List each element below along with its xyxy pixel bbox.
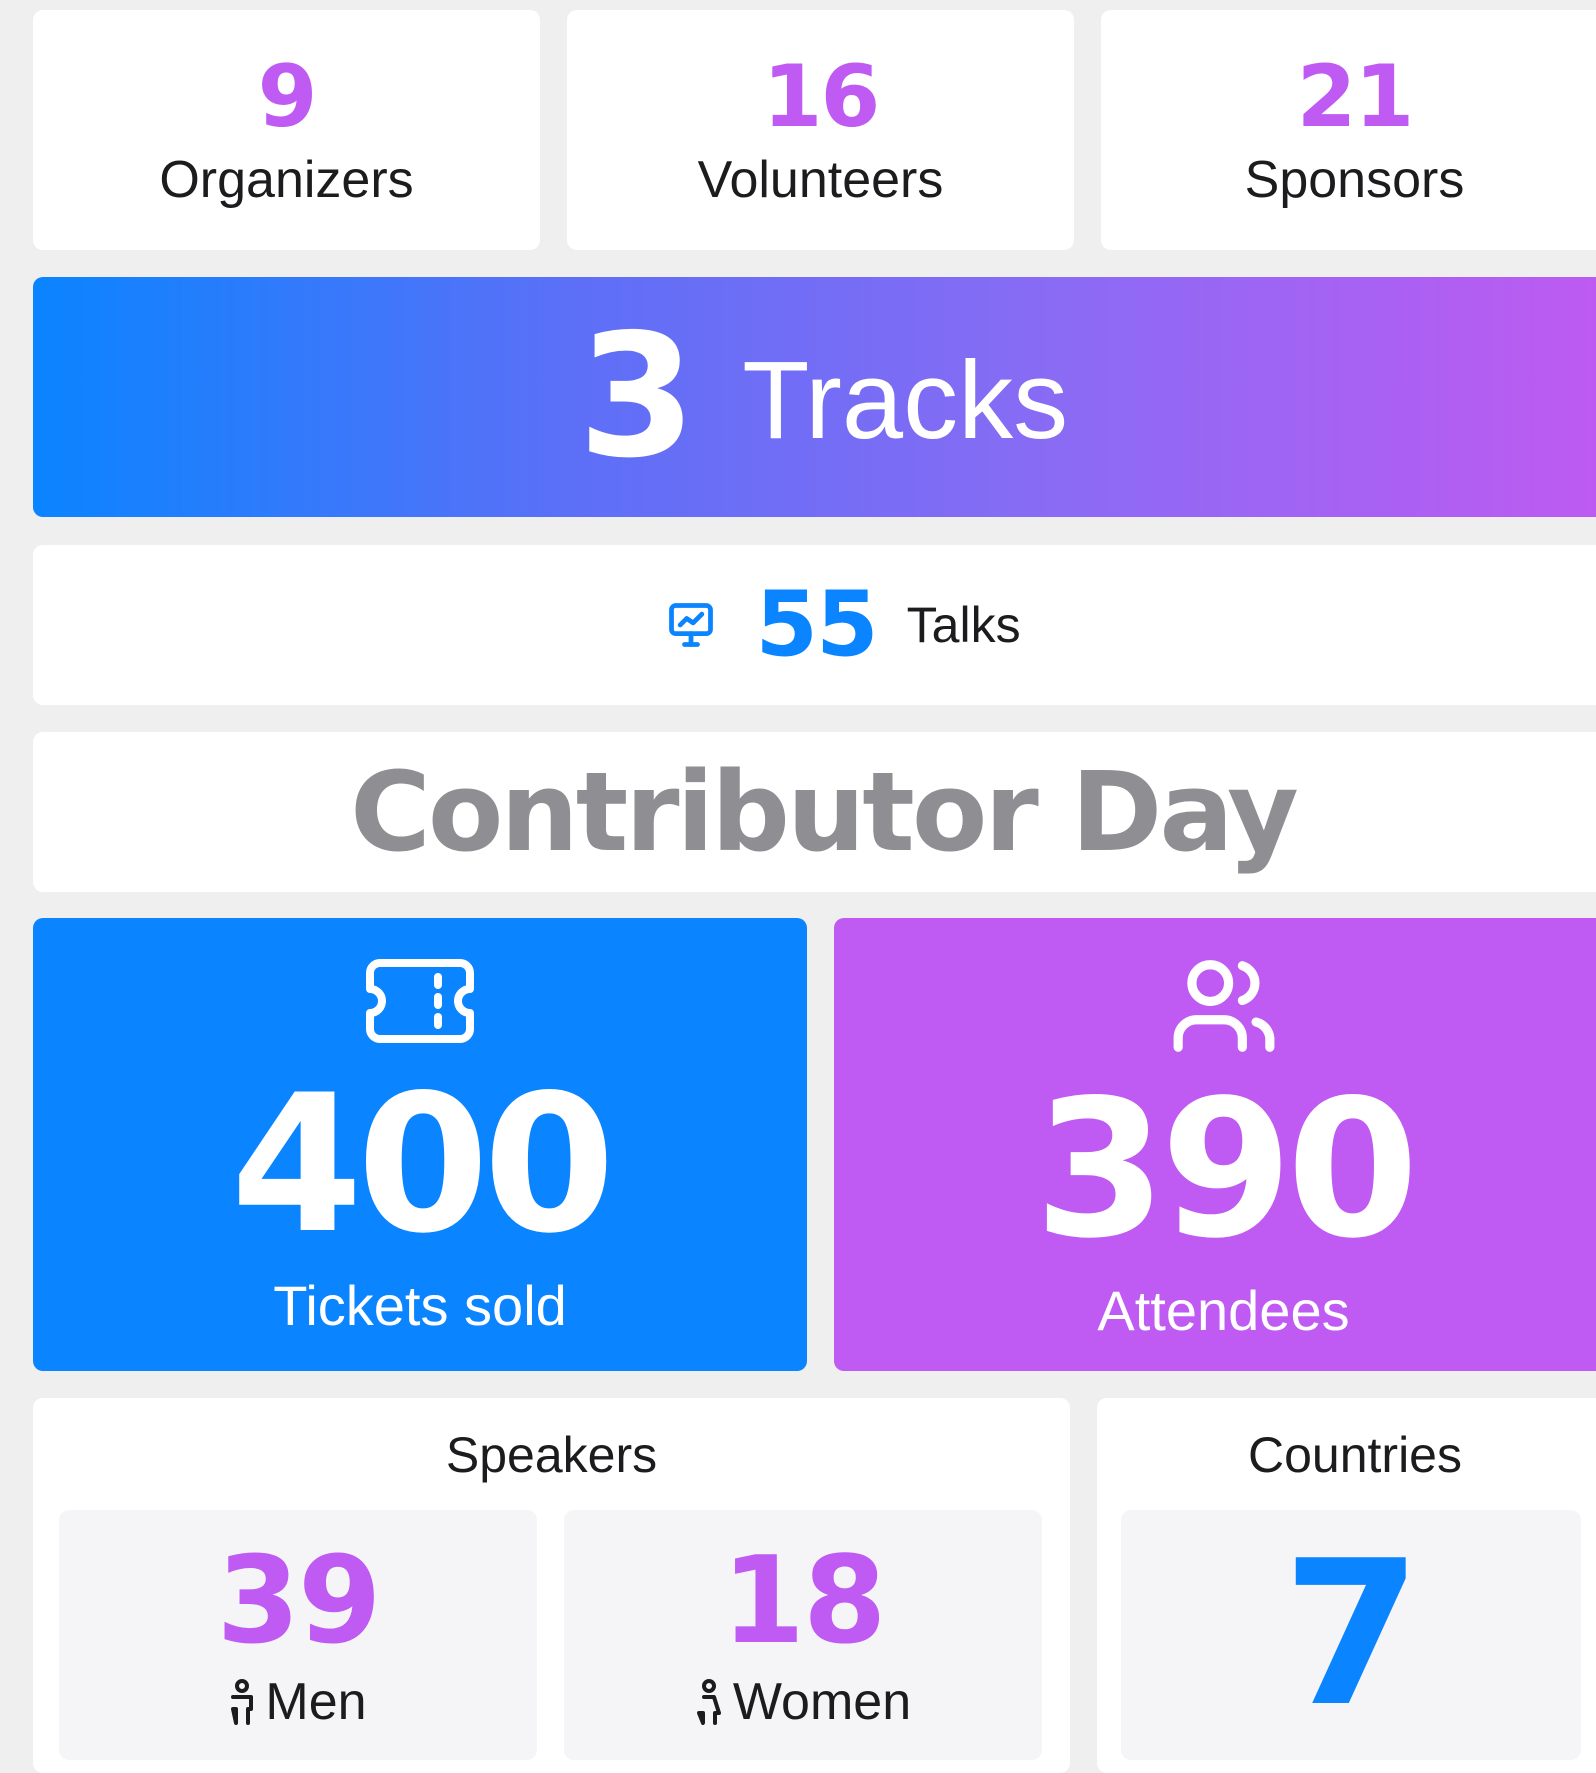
tickets-sold-label: Tickets sold <box>273 1273 567 1337</box>
volunteers-count: 16 <box>762 47 881 147</box>
men-count: 39 <box>216 1532 382 1671</box>
countries-card: Countries 7 <box>1097 1398 1596 1773</box>
stat-card-organizers: 9 Organizers <box>33 10 540 250</box>
tracks-count: 3 <box>577 298 696 496</box>
talks-count: 55 <box>755 572 878 677</box>
sponsors-count: 21 <box>1296 47 1415 147</box>
contributor-day-title: Contributor Day <box>350 748 1299 876</box>
sponsors-label: Sponsors <box>1244 151 1465 209</box>
women-count: 18 <box>721 1532 887 1671</box>
attendees-label: Attendees <box>1097 1278 1350 1342</box>
man-icon <box>229 1679 265 1725</box>
ticket-icon <box>364 956 476 1046</box>
men-label: Men <box>265 1673 367 1731</box>
volunteers-label: Volunteers <box>697 151 944 209</box>
woman-icon <box>695 1679 733 1725</box>
countries-value-card: 7 <box>1121 1510 1581 1760</box>
organizers-label: Organizers <box>159 151 414 209</box>
men-label-row: Men <box>229 1673 367 1731</box>
speakers-card: Speakers 39 Men 18 Women <box>33 1398 1070 1773</box>
countries-count: 7 <box>1282 1518 1421 1751</box>
tickets-sold-tile: 400 Tickets sold <box>33 918 807 1371</box>
speakers-women-card: 18 Women <box>564 1510 1042 1760</box>
stat-card-volunteers: 16 Volunteers <box>567 10 1074 250</box>
contributor-day-card: Contributor Day <box>33 732 1596 892</box>
women-label-row: Women <box>695 1676 911 1728</box>
talks-card: 55 Talks <box>33 545 1596 705</box>
countries-title: Countries <box>1248 1427 1462 1483</box>
speakers-title: Speakers <box>445 1427 658 1483</box>
organizers-count: 9 <box>257 47 318 147</box>
stat-card-sponsors: 21 Sponsors <box>1101 10 1596 250</box>
tickets-sold-count: 400 <box>230 1053 616 1275</box>
women-label: Women <box>732 1673 912 1731</box>
tracks-label: Tracks <box>742 339 1069 462</box>
presentation-chart-icon <box>665 599 717 651</box>
attendees-count: 390 <box>1034 1058 1419 1280</box>
users-icon <box>1169 951 1279 1061</box>
speakers-men-card: 39 Men <box>59 1510 537 1760</box>
talks-label: Talks <box>906 597 1021 653</box>
attendees-tile: 390 Attendees <box>834 918 1596 1371</box>
tracks-banner: 3 Tracks <box>33 277 1596 517</box>
